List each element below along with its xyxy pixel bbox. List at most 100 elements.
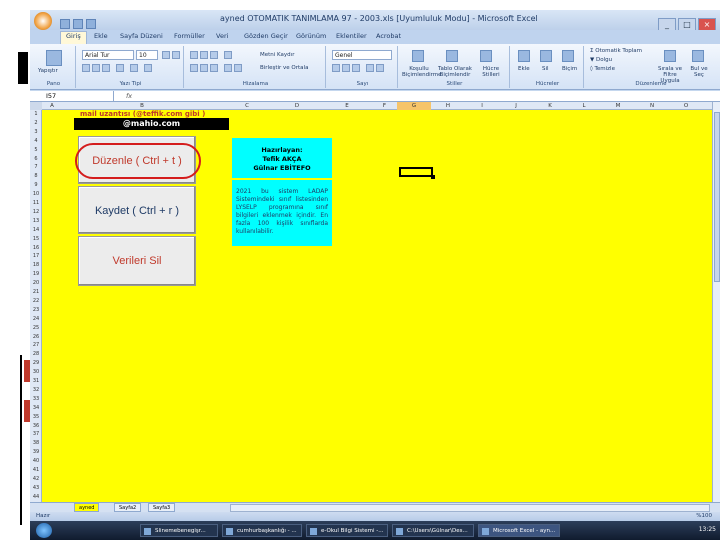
format-table-button[interactable]: Tablo Olarak Biçimlendir [438, 66, 472, 78]
column-header-b[interactable]: B [62, 102, 222, 110]
row-header[interactable]: 14 [30, 226, 42, 235]
row-header[interactable]: 4 [30, 137, 42, 146]
row-header[interactable]: 40 [30, 457, 42, 466]
office-button[interactable] [34, 12, 52, 30]
tab-addins[interactable]: Eklentiler [336, 32, 367, 40]
tab-acrobat[interactable]: Acrobat [376, 32, 401, 40]
row-header[interactable]: 9 [30, 181, 42, 190]
conditional-format-icon[interactable] [412, 50, 424, 62]
column-header-m[interactable]: M [601, 102, 635, 110]
row-header[interactable]: 36 [30, 422, 42, 431]
vertical-scrollbar[interactable] [712, 102, 720, 502]
taskbar-item-3[interactable]: e-Okul Bilgi Sistemi -... [306, 524, 388, 537]
row-header[interactable]: 18 [30, 261, 42, 270]
row-header[interactable]: 23 [30, 306, 42, 315]
indent-increase-icon[interactable] [234, 64, 242, 72]
row-header[interactable]: 15 [30, 235, 42, 244]
decrease-decimal-icon[interactable] [376, 64, 384, 72]
increase-decimal-icon[interactable] [366, 64, 374, 72]
insert-cells-button[interactable]: Ekle [518, 66, 530, 72]
paste-icon[interactable] [46, 50, 62, 66]
row-header[interactable]: 10 [30, 190, 42, 199]
row-header[interactable]: 27 [30, 341, 42, 350]
fill-button[interactable]: ▼ Dolgu [590, 57, 612, 63]
row-header[interactable]: 7 [30, 163, 42, 172]
select-all-corner[interactable] [30, 102, 42, 110]
row-header[interactable]: 19 [30, 270, 42, 279]
format-cells-icon[interactable] [562, 50, 574, 62]
edit-button[interactable]: Düzenle ( Ctrl + t ) [75, 136, 201, 184]
fill-color-icon[interactable] [130, 64, 138, 72]
row-header[interactable]: 12 [30, 208, 42, 217]
merge-center-button[interactable]: Birleştir ve Ortala [260, 65, 308, 71]
row-header[interactable]: 30 [30, 368, 42, 377]
zoom-level[interactable]: %100 [696, 513, 712, 519]
cell-styles-icon[interactable] [480, 50, 492, 62]
tab-formulas[interactable]: Formüller [174, 32, 205, 40]
wrap-text-button[interactable]: Metni Kaydır [260, 52, 294, 58]
align-top-icon[interactable] [190, 51, 198, 59]
align-center-icon[interactable] [200, 64, 208, 72]
worksheet[interactable]: mail uzantısı (@teffik.com gibi ) @mahio… [42, 110, 712, 502]
row-header[interactable]: 1 [30, 110, 42, 119]
row-header[interactable]: 33 [30, 395, 42, 404]
column-header-k[interactable]: K [533, 102, 567, 110]
taskbar-item-1[interactable]: Slinemebenegişr... [140, 524, 218, 537]
row-header[interactable]: 42 [30, 475, 42, 484]
autosum-button[interactable]: Σ Otomatik Toplam [590, 48, 642, 54]
undo-icon[interactable] [73, 19, 83, 29]
row-header[interactable]: 13 [30, 217, 42, 226]
delete-cells-button[interactable]: Sil [542, 66, 549, 72]
sheet-tab-2[interactable]: Sayfa2 [114, 503, 142, 512]
currency-icon[interactable] [332, 64, 340, 72]
sort-filter-icon[interactable] [664, 50, 676, 62]
clear-button[interactable]: ◊ Temizle [590, 66, 615, 72]
tab-view[interactable]: Görünüm [296, 32, 326, 40]
format-cells-button[interactable]: Biçim [562, 66, 577, 72]
bold-icon[interactable] [82, 64, 90, 72]
tab-review[interactable]: Gözden Geçir [244, 32, 288, 40]
column-header-g[interactable]: G [397, 102, 431, 110]
cell-styles-button[interactable]: Hücre Stilleri [474, 66, 508, 78]
column-header-h[interactable]: H [431, 102, 465, 110]
active-cell-selection[interactable] [399, 167, 435, 179]
fx-icon[interactable]: fx [126, 91, 132, 101]
font-color-icon[interactable] [144, 64, 152, 72]
row-header[interactable]: 26 [30, 333, 42, 342]
vertical-scroll-thumb[interactable] [714, 112, 720, 282]
mail-extension-cell[interactable]: @mahio.com [74, 118, 229, 130]
shrink-font-icon[interactable] [172, 51, 180, 59]
row-header[interactable]: 38 [30, 439, 42, 448]
font-size-select[interactable]: 10 [136, 50, 158, 60]
tab-insert[interactable]: Ekle [94, 32, 108, 40]
insert-cells-icon[interactable] [518, 50, 530, 62]
row-header[interactable]: 28 [30, 350, 42, 359]
column-header-f[interactable]: F [372, 102, 397, 110]
row-header[interactable]: 32 [30, 386, 42, 395]
italic-icon[interactable] [92, 64, 100, 72]
column-header-c[interactable]: C [222, 102, 272, 110]
name-box[interactable]: I57 [44, 91, 114, 101]
underline-icon[interactable] [102, 64, 110, 72]
column-header-e[interactable]: E [322, 102, 372, 110]
column-header-a[interactable]: A [42, 102, 62, 110]
row-header[interactable]: 24 [30, 315, 42, 324]
save-button[interactable]: Kaydet ( Ctrl + r ) [78, 186, 196, 234]
row-header[interactable]: 34 [30, 404, 42, 413]
column-header-d[interactable]: D [272, 102, 322, 110]
tab-data[interactable]: Veri [216, 32, 228, 40]
redo-icon[interactable] [86, 19, 96, 29]
border-icon[interactable] [116, 64, 124, 72]
align-right-icon[interactable] [210, 64, 218, 72]
tab-home[interactable]: Giriş [60, 31, 87, 44]
format-table-icon[interactable] [446, 50, 458, 62]
horizontal-scrollbar[interactable] [230, 504, 710, 512]
sheet-tab-1[interactable]: ayned [74, 503, 100, 512]
comma-icon[interactable] [352, 64, 360, 72]
column-header-o[interactable]: O [669, 102, 703, 110]
indent-decrease-icon[interactable] [224, 64, 232, 72]
taskbar-item-5[interactable]: Microsoft Excel - ayn... [478, 524, 560, 537]
row-header[interactable]: 5 [30, 146, 42, 155]
row-header[interactable]: 3 [30, 128, 42, 137]
row-header[interactable]: 25 [30, 324, 42, 333]
